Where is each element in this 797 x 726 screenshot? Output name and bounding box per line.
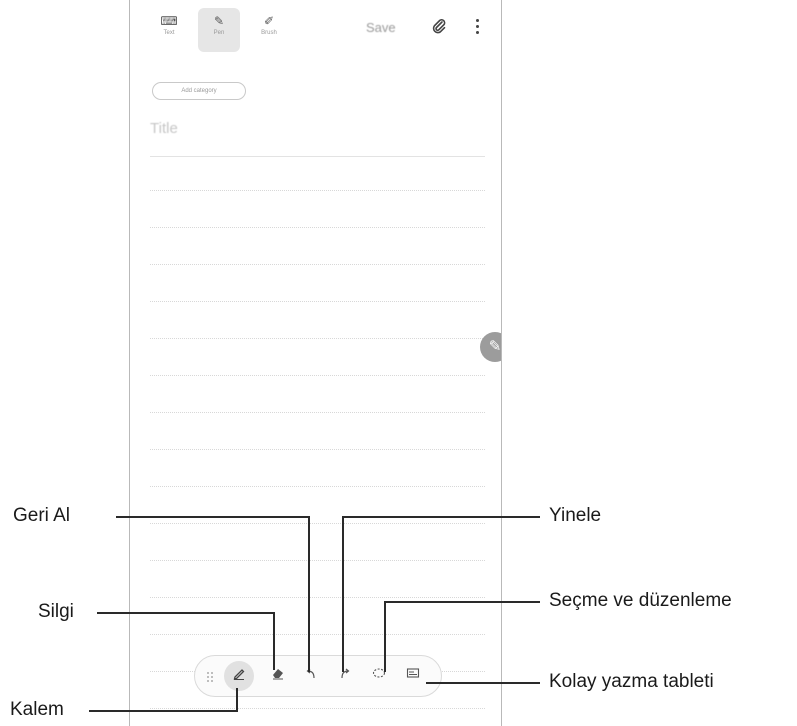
pen-tool-button[interactable]: [224, 661, 254, 691]
eraser-leader-h: [97, 612, 275, 614]
brush-mode-label: Brush: [261, 30, 277, 36]
category-chip[interactable]: Add category: [152, 82, 246, 100]
select-edit-button[interactable]: [368, 665, 390, 687]
undo-leader-h: [116, 516, 310, 518]
ruled-line: [150, 634, 485, 635]
ruled-line: [150, 301, 485, 302]
select-leader-v: [384, 601, 386, 672]
pen-callout: Kalem: [10, 699, 64, 720]
title-divider: [150, 156, 485, 157]
ruled-line: [150, 523, 485, 524]
ruled-line: [150, 449, 485, 450]
select-edit-callout: Seçme ve düzenleme: [549, 590, 732, 611]
pen-icon: [233, 669, 245, 680]
redo-callout: Yinele: [549, 505, 602, 526]
pen-mode-icon: ✎: [213, 14, 225, 28]
ruled-line: [150, 560, 485, 561]
text-mode-label: Text: [163, 30, 175, 36]
save-button[interactable]: Save: [366, 20, 396, 35]
pen-fab-icon: ✎: [488, 338, 502, 355]
easy-writing-pad-icon: [406, 668, 420, 678]
pen-mode-label: Pen: [213, 30, 225, 36]
easy-pad-leader-h: [426, 682, 540, 684]
ruled-line: [150, 412, 485, 413]
ruled-line: [150, 708, 485, 709]
undo-button[interactable]: [300, 665, 322, 687]
ruled-line: [150, 338, 485, 339]
redo-button[interactable]: [334, 665, 356, 687]
drag-handle-icon[interactable]: [207, 672, 215, 682]
brush-mode-button[interactable]: ✐ Brush: [248, 8, 290, 52]
ruled-line: [150, 597, 485, 598]
easy-writing-pad-button[interactable]: [402, 665, 424, 687]
ruled-line: [150, 227, 485, 228]
undo-icon: [306, 668, 315, 679]
brush-icon: ✐: [263, 14, 275, 28]
floating-pen-button[interactable]: ✎: [480, 332, 502, 362]
pen-leader-h: [89, 710, 238, 712]
easy-pad-callout: Kolay yazma tableti: [549, 671, 714, 692]
eraser-tool-button[interactable]: [267, 665, 289, 687]
undo-leader-v: [308, 516, 310, 672]
eraser-callout: Silgi: [38, 601, 74, 622]
pen-toolbar: [194, 655, 442, 697]
keyboard-icon: ⌨: [160, 14, 178, 28]
eraser-leader-v: [273, 612, 275, 670]
pen-leader-v: [236, 688, 238, 712]
paperclip-icon[interactable]: [431, 18, 447, 39]
phone-screen: ⌨ Text ✎ Pen ✐ Brush Save Add category T…: [129, 0, 502, 726]
ruled-line: [150, 375, 485, 376]
more-vertical-icon[interactable]: [476, 19, 480, 37]
title-input[interactable]: Title: [150, 120, 178, 137]
ruled-line: [150, 486, 485, 487]
ruled-line: [150, 264, 485, 265]
undo-callout: Geri Al: [13, 505, 71, 526]
select-leader-h: [384, 601, 540, 603]
pen-mode-button[interactable]: ✎ Pen: [198, 8, 240, 52]
text-mode-button[interactable]: ⌨ Text: [148, 8, 190, 52]
redo-icon: [341, 668, 350, 679]
redo-leader-h: [342, 516, 540, 518]
redo-leader-v: [342, 516, 344, 672]
ruled-line: [150, 190, 485, 191]
